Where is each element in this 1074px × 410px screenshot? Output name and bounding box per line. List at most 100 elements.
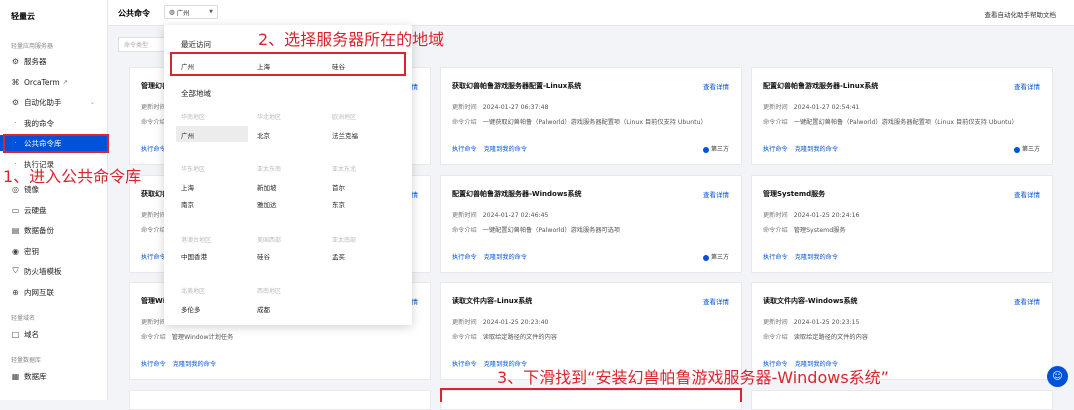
city-option[interactable]: 多伦多 xyxy=(181,304,201,314)
city-option[interactable]: 首尔 xyxy=(332,182,345,192)
city-option[interactable]: 孟买 xyxy=(332,251,345,261)
clone-command-link[interactable]: 克隆到我的命令 xyxy=(795,254,838,261)
city-option[interactable]: 中国香港 xyxy=(181,251,207,261)
external-link-icon: ↗ xyxy=(62,78,68,86)
updated-value: 2024-01-25 20:24:16 xyxy=(793,212,860,219)
command-card: 配置幻兽帕鲁游戏服务器-Windows系统 查看详情 更新时间 2024-01-27 … xyxy=(440,175,742,273)
sidebar-item-label: 云硬盘 xyxy=(24,205,47,215)
annotation-highlight-public-commands xyxy=(3,134,109,153)
clone-command-link[interactable]: 克隆到我的命令 xyxy=(484,254,527,261)
third-party-badge: 第三方 xyxy=(702,144,729,153)
sidebar-item-automation[interactable]: ⚙ 自动化助手 ⌄ xyxy=(11,94,107,110)
section-label-db: 轻量数据库 xyxy=(11,357,42,364)
chevron-down-icon: ⌄ xyxy=(89,98,95,106)
card-intro-row: 命令介绍 管理Window计划任务 xyxy=(141,332,233,341)
view-detail-link[interactable]: 查看详情 xyxy=(1014,189,1040,199)
annotation-step2: 2、选择服务器所在的地域 xyxy=(258,30,445,49)
sidebar-item-cloud-disk[interactable]: ▭ 云硬盘 xyxy=(11,202,107,218)
updated-label: 更新时间 xyxy=(141,104,166,111)
card-intro-row: 命令介绍 读取给定路径的文件的内容 xyxy=(452,332,557,341)
city-option[interactable]: 南京 xyxy=(181,199,194,209)
execute-command-link[interactable]: 执行命令 xyxy=(141,146,166,153)
intro-value: 一键配置幻兽帕鲁（Palworld）游戏服务器可选项 xyxy=(482,227,621,234)
city-option[interactable]: 东京 xyxy=(332,199,345,209)
sidebar-item-domains[interactable]: □ 域名 xyxy=(11,326,107,342)
sidebar-item-backup[interactable]: ▤ 数据备份 xyxy=(11,222,107,238)
server-icon: ⚙ xyxy=(11,56,20,66)
sidebar-item-intranet[interactable]: ⊕ 内网互联 xyxy=(11,284,107,300)
region-select[interactable]: ◍ 广州 ▼ xyxy=(164,5,218,19)
view-detail-link[interactable]: 查看详情 xyxy=(703,81,729,91)
execute-command-link[interactable]: 执行命令 xyxy=(141,254,166,261)
sidebar-item-keys[interactable]: ◉ 密钥 xyxy=(11,243,107,259)
card-title[interactable]: 配置幻兽帕鲁游戏服务器-Windows系统 xyxy=(452,189,581,199)
region-group-label: 美国西部 xyxy=(257,237,282,244)
city-option[interactable]: 成都 xyxy=(257,304,270,314)
city-option-selected[interactable]: 广州 xyxy=(176,126,248,142)
card-title[interactable]: 获取幻兽帕鲁游戏服务器配置-Linux系统 xyxy=(452,81,581,91)
help-doc-link[interactable]: 查看自动化助手帮助文档 xyxy=(985,9,1057,19)
updated-label: 更新时间 xyxy=(452,104,477,111)
updated-label: 更新时间 xyxy=(452,212,477,219)
city-option[interactable]: 上海 xyxy=(181,182,194,192)
view-detail-link[interactable]: 查看详情 xyxy=(703,189,729,199)
sidebar-item-label: 数据库 xyxy=(24,371,47,381)
view-detail-link[interactable]: 查看详情 xyxy=(703,296,729,306)
sidebar-item-label: 密钥 xyxy=(24,246,39,256)
chat-icon: ☺ xyxy=(1052,371,1063,382)
region-group-label: 北美地区 xyxy=(181,288,206,295)
execute-command-link[interactable]: 执行命令 xyxy=(452,361,477,368)
key-icon: ◉ xyxy=(12,246,19,256)
clone-command-link[interactable]: 克隆到我的命令 xyxy=(484,146,527,153)
region-group-label: 华东地区 xyxy=(181,166,206,173)
card-title[interactable]: 读取文件内容-Windows系统 xyxy=(763,296,857,306)
chat-support-button[interactable]: ☺ xyxy=(1047,366,1068,387)
execute-command-link[interactable]: 执行命令 xyxy=(141,361,166,368)
filter-placeholder: 命令类型 xyxy=(124,42,149,49)
badge-label: 第三方 xyxy=(1021,146,1040,153)
bullet-icon: · xyxy=(14,119,17,127)
region-select-value: 广州 xyxy=(176,9,190,17)
sidebar-item-my-commands[interactable]: · 我的命令 xyxy=(11,115,107,131)
sidebar-item-orcaterm[interactable]: ⌘ OrcaTerm ↗ xyxy=(11,74,107,90)
recent-label: 最近访问 xyxy=(181,40,211,49)
all-regions-label: 全部地域 xyxy=(181,89,211,98)
updated-label: 更新时间 xyxy=(763,104,788,111)
updated-label: 更新时间 xyxy=(141,212,166,219)
execute-command-link[interactable]: 执行命令 xyxy=(763,146,788,153)
page-title: 公共命令 xyxy=(118,9,150,18)
sidebar-item-firewall[interactable]: ⛉ 防火墙模板 xyxy=(11,263,107,279)
command-card: 管理Systemd服务 查看详情 更新时间 2024-01-25 20:24:16 命令… xyxy=(751,175,1053,273)
card-actions: 执行命令克隆到我的命令 xyxy=(141,359,223,368)
execute-command-link[interactable]: 执行命令 xyxy=(763,254,788,261)
region-group-label: 亚太东南 xyxy=(257,166,282,173)
intro-value: 一键配置幻兽帕鲁（Palworld）游戏服务器配置项（Linux 目前仅支持 U… xyxy=(793,119,1018,126)
network-icon: ⊕ xyxy=(12,287,19,297)
intro-label: 命令介绍 xyxy=(763,227,788,234)
card-intro-row: 命令介绍 读取给定路径的文件的内容 xyxy=(763,332,868,341)
sidebar-item-servers[interactable]: ⚙ 服务器 xyxy=(11,53,107,69)
sidebar-item-database[interactable]: ▦ 数据库 xyxy=(11,368,107,384)
execute-command-link[interactable]: 执行命令 xyxy=(452,254,477,261)
section-label-app: 轻量应用服务器 xyxy=(11,43,54,50)
execute-command-link[interactable]: 执行命令 xyxy=(452,146,477,153)
card-title[interactable]: 管理Systemd服务 xyxy=(763,189,825,199)
third-party-badge: 第三方 xyxy=(702,252,729,261)
view-detail-link[interactable]: 查看详情 xyxy=(1014,81,1040,91)
third-party-icon xyxy=(702,146,709,153)
city-option[interactable]: 雅加达 xyxy=(257,199,277,209)
clone-command-link[interactable]: 克隆到我的命令 xyxy=(173,361,216,368)
updated-label: 更新时间 xyxy=(452,319,477,326)
backup-icon: ▤ xyxy=(11,225,20,235)
intro-value: 一键获取幻兽帕鲁（Palworld）游戏服务器配置项（Linux 目前仅支持 U… xyxy=(482,119,707,126)
city-option[interactable]: 北京 xyxy=(257,130,270,140)
view-detail-link[interactable]: 查看详情 xyxy=(1014,296,1040,306)
globe-icon: ◍ xyxy=(169,8,175,16)
command-card-partial xyxy=(129,390,431,410)
city-option[interactable]: 硅谷 xyxy=(257,251,270,261)
card-title[interactable]: 读取文件内容-Linux系统 xyxy=(452,296,532,306)
card-title[interactable]: 配置幻兽帕鲁游戏服务器-Linux系统 xyxy=(763,81,878,91)
city-option[interactable]: 法兰克福 xyxy=(332,130,358,140)
clone-command-link[interactable]: 克隆到我的命令 xyxy=(795,146,838,153)
city-option[interactable]: 新加坡 xyxy=(257,182,277,192)
